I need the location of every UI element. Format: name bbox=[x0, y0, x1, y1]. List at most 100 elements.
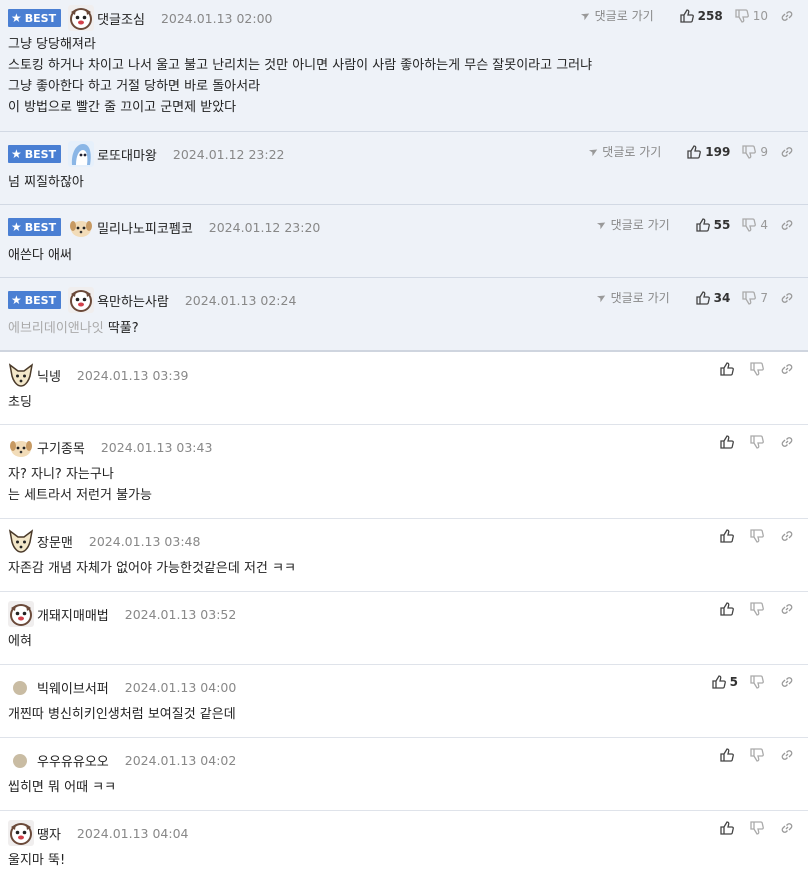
dog-white-avatar[interactable] bbox=[8, 601, 34, 627]
nickname[interactable]: 닉넹 bbox=[37, 366, 61, 385]
star-icon: ★ bbox=[11, 220, 22, 234]
nickname[interactable]: 구기종목 bbox=[37, 438, 85, 457]
thumbs-up-icon bbox=[720, 362, 734, 376]
dislike-button[interactable] bbox=[750, 821, 768, 835]
dislike-button[interactable]: 9 bbox=[742, 145, 768, 159]
best-badge: ★ BEST bbox=[8, 291, 62, 309]
link-button[interactable] bbox=[780, 145, 798, 159]
thumbs-down-icon bbox=[750, 821, 764, 835]
link-icon bbox=[781, 292, 793, 303]
link-button[interactable] bbox=[780, 602, 798, 616]
like-button[interactable]: 5 bbox=[711, 675, 738, 689]
best-comment: ★ BEST 로또대마왕 2024.01.12 23:22 ➤ 댓글로 가기 199… bbox=[0, 132, 808, 205]
link-button[interactable] bbox=[780, 9, 798, 23]
nickname[interactable]: 로또대마왕 bbox=[97, 145, 157, 164]
comment-body: 자존감 개념 자체가 없어야 가능한것같은데 저건 ㅋㅋ bbox=[8, 561, 296, 576]
link-icon bbox=[781, 437, 793, 447]
dislike-button[interactable] bbox=[750, 675, 768, 689]
best-badge: ★ BEST bbox=[8, 218, 62, 236]
link-button[interactable] bbox=[780, 362, 798, 376]
nickname[interactable]: 밀리나노피코펨코 bbox=[97, 218, 193, 237]
like-button[interactable]: 34 bbox=[696, 290, 730, 305]
link-button[interactable] bbox=[780, 748, 798, 762]
like-button[interactable]: 199 bbox=[687, 145, 730, 159]
comment: 구기종목 2024.01.13 03:43 자? 자니? 자는구나 는 세트라서… bbox=[0, 425, 808, 519]
link-icon bbox=[781, 146, 793, 157]
dislike-button[interactable]: 4 bbox=[742, 218, 768, 232]
nickname[interactable]: 빅웨이브서퍼 bbox=[37, 678, 109, 697]
comment-body: 자? 자니? 자는구나 는 세트라서 저런거 불가능 bbox=[8, 467, 152, 503]
goto-comment-link[interactable]: ➤ 댓글로 가기 bbox=[578, 7, 654, 24]
star-icon: ★ bbox=[11, 293, 22, 307]
arrow-icon: ➤ bbox=[578, 7, 594, 24]
dislike-button[interactable] bbox=[750, 435, 768, 449]
dislike-button[interactable]: 7 bbox=[742, 291, 768, 305]
dislike-button[interactable] bbox=[750, 362, 768, 376]
like-button[interactable] bbox=[720, 602, 738, 616]
link-button[interactable] bbox=[780, 821, 798, 835]
nickname[interactable]: 욕만하는사람 bbox=[97, 291, 169, 310]
dog-white-avatar[interactable] bbox=[8, 820, 34, 846]
star-icon: ★ bbox=[11, 147, 22, 161]
dislike-button[interactable] bbox=[750, 748, 768, 762]
thumbs-up-icon bbox=[711, 675, 726, 689]
dog-white-avatar[interactable] bbox=[68, 5, 95, 31]
nickname[interactable]: 댓글조심 bbox=[97, 9, 145, 28]
best-comment: ★ BEST 댓글조심 2024.01.13 02:00 ➤ 댓글로 가기 258 … bbox=[0, 0, 808, 132]
timestamp: 2024.01.13 04:02 bbox=[124, 752, 237, 768]
blue-creature-avatar[interactable] bbox=[68, 141, 95, 167]
nickname[interactable]: 우우유유오오 bbox=[37, 751, 109, 770]
timestamp: 2024.01.13 04:04 bbox=[76, 825, 189, 841]
link-button[interactable] bbox=[780, 291, 798, 305]
dislike-button[interactable]: 10 bbox=[735, 9, 768, 23]
thumbs-down-icon bbox=[735, 8, 749, 23]
dog-white-avatar[interactable] bbox=[68, 287, 95, 313]
comment: 닉넹 2024.01.13 03:39 초딩 bbox=[0, 352, 808, 425]
link-icon bbox=[781, 677, 793, 687]
like-button[interactable] bbox=[720, 821, 738, 835]
comment-body: 씹히면 뭐 어때 ㅋㅋ bbox=[8, 780, 117, 795]
blank-avatar[interactable] bbox=[8, 674, 34, 700]
link-icon bbox=[781, 531, 793, 541]
fox-avatar[interactable] bbox=[8, 362, 34, 388]
reply-target[interactable]: 에브리데이앤나잇 bbox=[8, 321, 104, 336]
timestamp: 2024.01.13 03:43 bbox=[100, 439, 213, 455]
like-button[interactable] bbox=[720, 435, 738, 449]
like-button[interactable] bbox=[720, 362, 738, 376]
comment-body: 애쓴다 애써 bbox=[8, 248, 72, 263]
like-button[interactable] bbox=[720, 748, 738, 762]
nickname[interactable]: 장문맨 bbox=[37, 532, 73, 551]
nickname[interactable]: 땡자 bbox=[37, 824, 61, 843]
thumbs-up-icon bbox=[696, 290, 710, 305]
thumbs-down-icon bbox=[750, 529, 764, 543]
dislike-button[interactable] bbox=[750, 602, 768, 616]
blank-avatar[interactable] bbox=[8, 747, 34, 773]
puppy-avatar[interactable] bbox=[68, 214, 94, 240]
like-button[interactable]: 258 bbox=[680, 9, 723, 23]
thumbs-up-icon bbox=[720, 529, 734, 543]
goto-comment-link[interactable]: ➤ 댓글로 가기 bbox=[586, 143, 661, 160]
puppy-avatar[interactable] bbox=[8, 434, 34, 460]
fox-avatar[interactable] bbox=[8, 528, 34, 554]
goto-comment-link[interactable]: ➤ 댓글로 가기 bbox=[595, 289, 670, 306]
link-button[interactable] bbox=[780, 675, 798, 689]
best-comment: ★ BEST 밀리나노피코펨코 2024.01.12 23:20 ➤ 댓글로 가기 … bbox=[0, 205, 808, 278]
nickname[interactable]: 개돼지매매법 bbox=[37, 605, 109, 624]
best-comment: ★ BEST 욕만하는사람 2024.01.13 02:24 ➤ 댓글로 가기 34… bbox=[0, 278, 808, 352]
like-button[interactable]: 55 bbox=[696, 218, 730, 232]
dislike-button[interactable] bbox=[750, 529, 768, 543]
comment-body: 개찐따 병신히키인생처럼 보여질것 같은데 bbox=[8, 707, 236, 722]
goto-comment-link[interactable]: ➤ 댓글로 가기 bbox=[595, 216, 670, 233]
timestamp: 2024.01.13 02:24 bbox=[184, 292, 297, 308]
link-button[interactable] bbox=[780, 218, 798, 232]
like-button[interactable] bbox=[720, 529, 738, 543]
comment: 장문맨 2024.01.13 03:48 자존감 개념 자체가 없어야 가능한것… bbox=[0, 519, 808, 592]
link-icon bbox=[781, 10, 793, 21]
thumbs-up-icon bbox=[687, 144, 702, 159]
link-button[interactable] bbox=[780, 529, 798, 543]
link-icon bbox=[781, 364, 793, 374]
thumbs-down-icon bbox=[742, 144, 757, 159]
timestamp: 2024.01.13 02:00 bbox=[160, 10, 273, 26]
timestamp: 2024.01.13 03:48 bbox=[88, 533, 201, 549]
link-button[interactable] bbox=[780, 435, 798, 449]
